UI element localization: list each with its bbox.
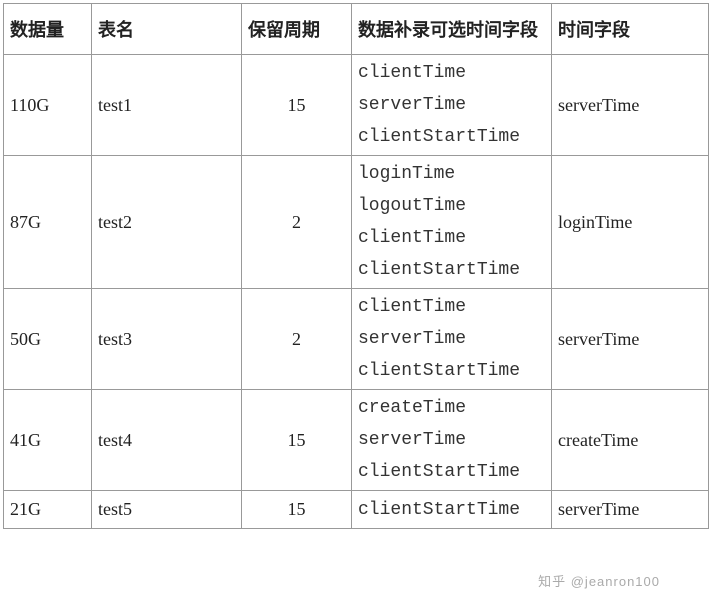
cell-time-field: createTime — [552, 390, 709, 491]
optional-field-item: loginTime — [358, 164, 545, 184]
table-row: 21Gtest515 clientStartTime serverTime — [4, 491, 709, 529]
optional-field-item: createTime — [358, 398, 545, 418]
optional-field-item: serverTime — [358, 329, 545, 349]
cell-data-size: 50G — [4, 289, 92, 390]
cell-table-name: test5 — [92, 491, 242, 529]
table-row: 50Gtest32 clientTime serverTime clientStart… — [4, 289, 709, 390]
cell-data-size: 21G — [4, 491, 92, 529]
cell-table-name: test3 — [92, 289, 242, 390]
cell-table-name: test1 — [92, 55, 242, 156]
header-retention: 保留周期 — [242, 4, 352, 55]
cell-retention: 15 — [242, 390, 352, 491]
cell-table-name: test4 — [92, 390, 242, 491]
cell-data-size: 87G — [4, 156, 92, 289]
cell-time-field: serverTime — [552, 289, 709, 390]
optional-field-item: clientStartTime — [358, 462, 545, 482]
cell-time-field: serverTime — [552, 491, 709, 529]
cell-optional-fields: loginTime logoutTime clientTime clientStart… — [352, 156, 552, 289]
header-data-size: 数据量 — [4, 4, 92, 55]
table-header-row: 数据量 表名 保留周期 数据补录可选时间字段 时间字段 — [4, 4, 709, 55]
optional-field-item: serverTime — [358, 95, 545, 115]
cell-time-field: loginTime — [552, 156, 709, 289]
cell-optional-fields: clientStartTime — [352, 491, 552, 529]
cell-retention: 2 — [242, 289, 352, 390]
header-table-name: 表名 — [92, 4, 242, 55]
header-optional-fields: 数据补录可选时间字段 — [352, 4, 552, 55]
optional-field-item: serverTime — [358, 430, 545, 450]
cell-table-name: test2 — [92, 156, 242, 289]
cell-retention: 15 — [242, 55, 352, 156]
optional-field-item: clientStartTime — [358, 260, 545, 280]
optional-field-item: clientStartTime — [358, 500, 545, 520]
table-row: 110Gtest115 clientTime serverTime clientSta… — [4, 55, 709, 156]
watermark-text: 知乎 @jeanron100 — [538, 571, 660, 590]
optional-field-item: clientStartTime — [358, 127, 545, 147]
optional-field-item: clientTime — [358, 63, 545, 83]
optional-field-item: clientStartTime — [358, 361, 545, 381]
table-row: 41Gtest415 createTime serverTime clientStar… — [4, 390, 709, 491]
cell-optional-fields: createTime serverTime clientStartTime — [352, 390, 552, 491]
optional-field-item: logoutTime — [358, 196, 545, 216]
cell-retention: 2 — [242, 156, 352, 289]
cell-time-field: serverTime — [552, 55, 709, 156]
header-time-field: 时间字段 — [552, 4, 709, 55]
cell-optional-fields: clientTime serverTime clientStartTime — [352, 55, 552, 156]
optional-field-item: clientTime — [358, 228, 545, 248]
cell-optional-fields: clientTime serverTime clientStartTime — [352, 289, 552, 390]
optional-field-item: clientTime — [358, 297, 545, 317]
cell-retention: 15 — [242, 491, 352, 529]
cell-data-size: 41G — [4, 390, 92, 491]
table-row: 87Gtest22 loginTime logoutTime clientTime cl… — [4, 156, 709, 289]
data-table: 数据量 表名 保留周期 数据补录可选时间字段 时间字段 110Gtest115c… — [3, 3, 709, 529]
cell-data-size: 110G — [4, 55, 92, 156]
